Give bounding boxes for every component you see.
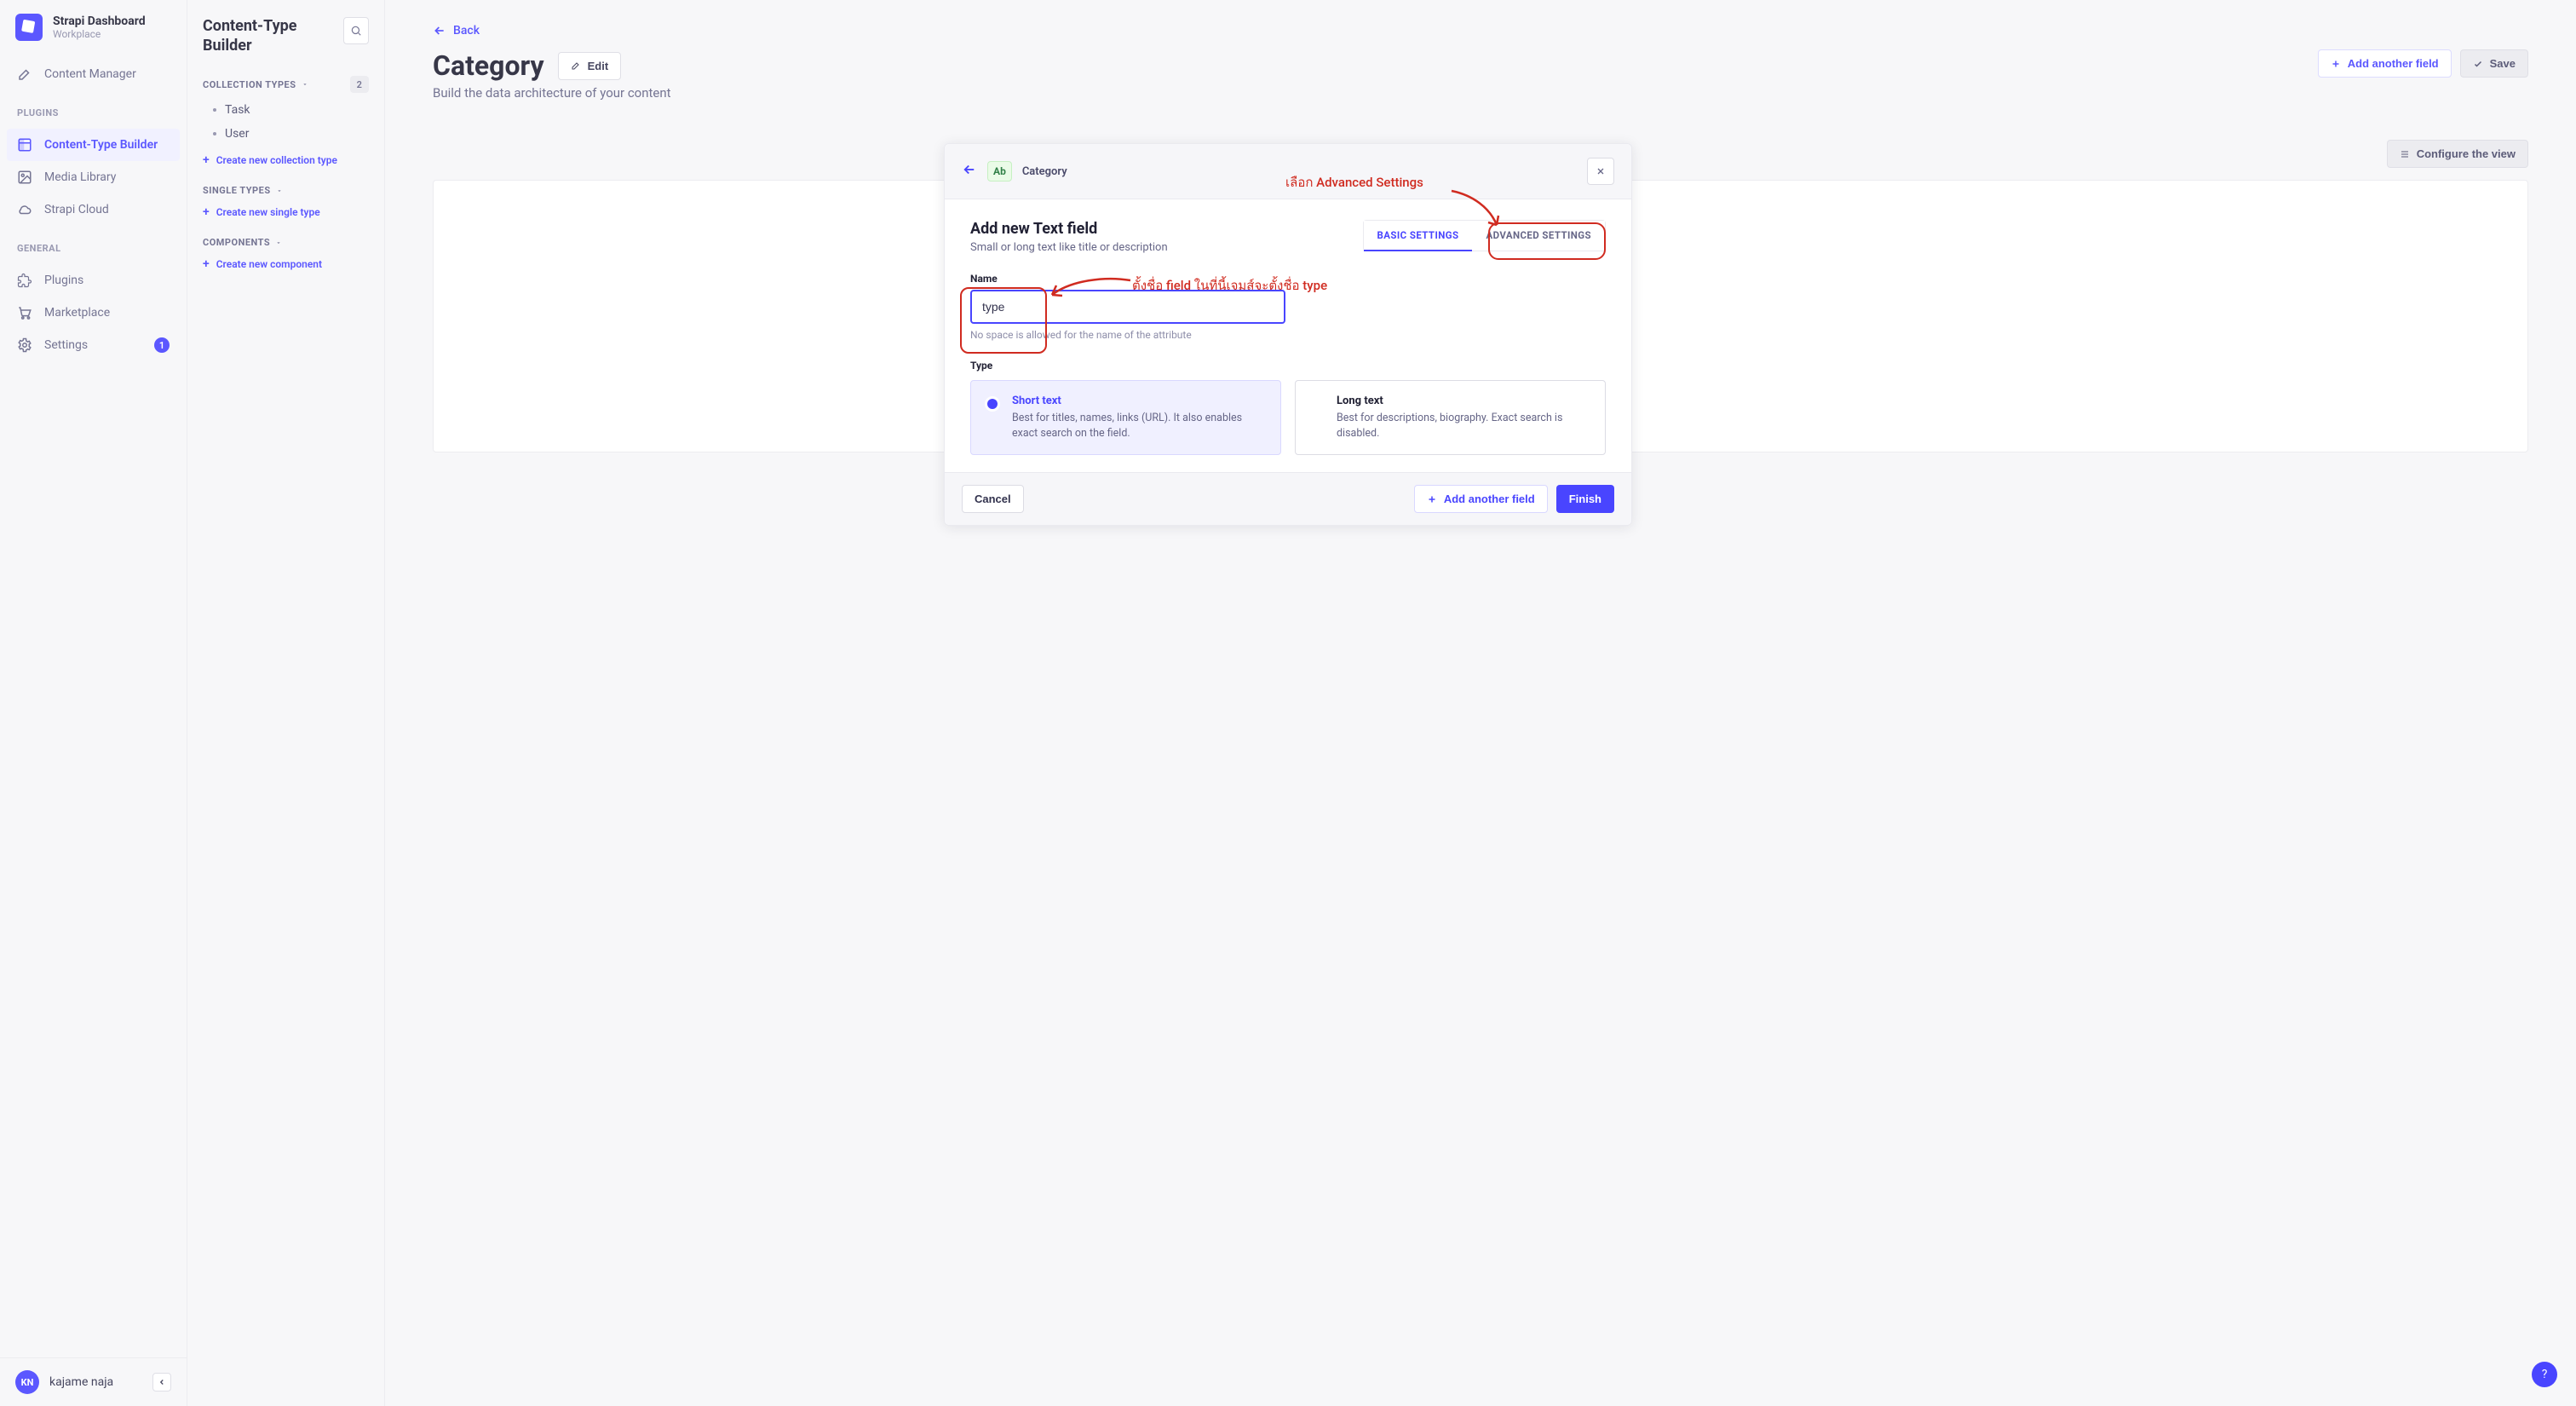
modal-add-another-field-button[interactable]: Add another field xyxy=(1414,485,1548,513)
cancel-label: Cancel xyxy=(975,493,1011,505)
type-option-desc: Best for titles, names, links (URL). It … xyxy=(1012,411,1267,441)
modal-close-button[interactable] xyxy=(1587,158,1614,185)
plus-icon xyxy=(1427,494,1437,504)
add-field-modal: Ab Category Add new Text field Small or … xyxy=(944,143,1632,526)
radio-icon xyxy=(1309,396,1325,412)
type-option-title: Short text xyxy=(1012,395,1267,407)
finish-button[interactable]: Finish xyxy=(1556,485,1614,513)
field-name-hint: No space is allowed for the name of the … xyxy=(970,329,1606,341)
modal-description: Small or long text like title or descrip… xyxy=(970,241,1168,254)
field-name-label: Name xyxy=(970,273,1606,285)
modal-tabs: Basic settings Advanced settings xyxy=(1363,220,1606,251)
modal-overlay: Ab Category Add new Text field Small or … xyxy=(0,0,2576,1406)
tab-basic-settings[interactable]: Basic settings xyxy=(1364,221,1473,251)
field-type-label: Type xyxy=(970,360,1606,372)
close-icon xyxy=(1596,166,1606,176)
type-option-desc: Best for descriptions, biography. Exact … xyxy=(1337,411,1591,441)
type-option-long-text[interactable]: Long text Best for descriptions, biograp… xyxy=(1295,380,1606,455)
arrow-left-icon xyxy=(962,162,977,177)
modal-breadcrumb: Category xyxy=(1022,165,1067,178)
add-another-label: Add another field xyxy=(1444,493,1535,505)
radio-icon xyxy=(985,396,1000,412)
finish-label: Finish xyxy=(1569,493,1601,505)
tab-advanced-settings[interactable]: Advanced settings xyxy=(1472,221,1605,251)
modal-back-button[interactable] xyxy=(962,162,977,181)
help-button[interactable]: ? xyxy=(2532,1362,2557,1387)
type-option-short-text[interactable]: Short text Best for titles, names, links… xyxy=(970,380,1281,455)
type-option-title: Long text xyxy=(1337,395,1591,407)
modal-title: Add new Text field xyxy=(970,220,1168,238)
cancel-button[interactable]: Cancel xyxy=(962,485,1024,513)
field-type-pill: Ab xyxy=(987,161,1012,182)
field-name-input[interactable] xyxy=(970,290,1285,324)
